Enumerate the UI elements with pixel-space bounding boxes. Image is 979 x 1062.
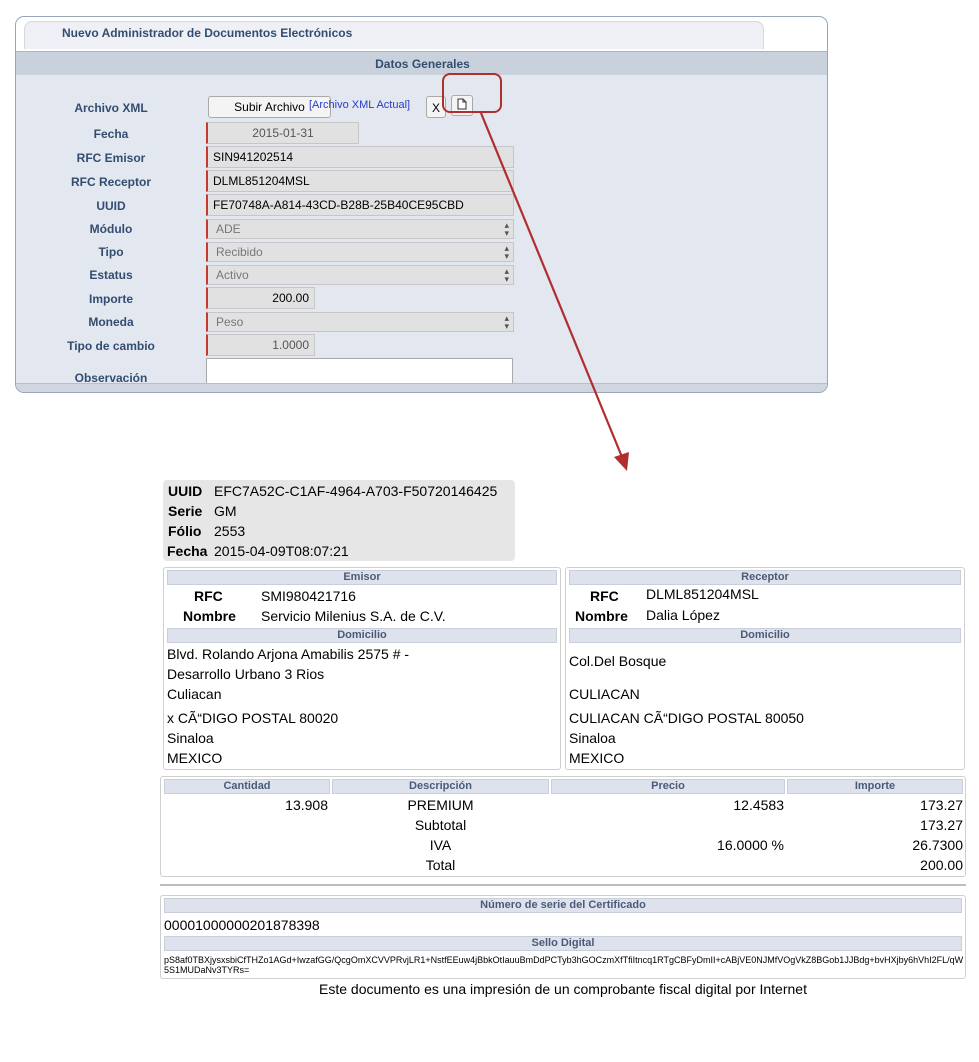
emisor-domicilio-title: Domicilio bbox=[167, 628, 557, 643]
col-header-precio: Precio bbox=[551, 779, 785, 794]
emisor-address-line: Blvd. Rolando Arjona Amabilis 2575 # - bbox=[167, 646, 410, 662]
modulo-select[interactable]: ADE ▴ ▾ bbox=[206, 219, 514, 239]
select-arrows-icon: ▴ ▾ bbox=[504, 243, 509, 261]
receptor-nombre-label: Nombre bbox=[575, 608, 628, 624]
subtotal-value: 173.27 bbox=[920, 817, 963, 833]
receptor-domicilio-title: Domicilio bbox=[569, 628, 961, 643]
emisor-address-line: Sinaloa bbox=[167, 730, 214, 746]
total-value: 200.00 bbox=[920, 857, 963, 873]
subtotal-label: Subtotal bbox=[414, 817, 467, 833]
select-arrows-icon: ▴ ▾ bbox=[504, 266, 509, 284]
receptor-rfc-label: RFC bbox=[590, 588, 619, 604]
receptor-nombre-value: Dalia López bbox=[646, 607, 720, 623]
emisor-address-line: Culiacan bbox=[167, 686, 222, 702]
emisor-rfc-value: SMI980421716 bbox=[261, 588, 356, 604]
certificate-title: Número de serie del Certificado bbox=[164, 898, 962, 913]
label-tipo: Tipo bbox=[98, 245, 124, 259]
moneda-value: Peso bbox=[216, 315, 244, 329]
col-header-descripcion: Descripción bbox=[332, 779, 549, 794]
sello-digital: pS8af0TBXjysxsbiCfTHZo1AGd+IwzafGG/QcgOm… bbox=[164, 955, 964, 975]
fecha-field[interactable]: 2015-01-31 bbox=[206, 122, 359, 144]
receptor-title: Receptor bbox=[569, 570, 961, 585]
items-table: Cantidad Descripción Precio Importe 13.9… bbox=[160, 776, 966, 877]
label-rfc-receptor: RFC Receptor bbox=[70, 175, 151, 189]
tipo-value: Recibido bbox=[216, 245, 263, 259]
emisor-title: Emisor bbox=[167, 570, 557, 585]
receptor-address-line: CULIACAN CÃ“DIGO POSTAL 80050 bbox=[569, 710, 804, 726]
select-arrows-icon: ▴ ▾ bbox=[504, 313, 509, 331]
receptor-address-line: CULIACAN bbox=[569, 686, 640, 702]
label-moneda: Moneda bbox=[88, 315, 134, 329]
invoice-header: UUID EFC7A52C-C1AF-4964-A703-F5072014642… bbox=[163, 480, 515, 561]
col-header-importe: Importe bbox=[787, 779, 963, 794]
receptor-address-line: Sinaloa bbox=[569, 730, 616, 746]
moneda-select[interactable]: Peso ▴ ▾ bbox=[206, 312, 514, 332]
serie-label: Serie bbox=[168, 503, 203, 519]
current-xml-link[interactable]: [Archivo XML Actual] bbox=[309, 99, 410, 111]
iva-rate: 16.0000 % bbox=[717, 837, 784, 853]
sello-title: Sello Digital bbox=[164, 936, 962, 951]
label-archivo-xml: Archivo XML bbox=[74, 101, 148, 115]
uuid-value: EFC7A52C-C1AF-4964-A703-F50720146425 bbox=[214, 483, 498, 499]
col-header-cantidad: Cantidad bbox=[164, 779, 330, 794]
item-cantidad: 13.908 bbox=[285, 797, 328, 813]
footer-note: Este documento es una impresión de un co… bbox=[319, 981, 807, 997]
label-rfc-emisor: RFC Emisor bbox=[76, 151, 146, 165]
receptor-box: Receptor RFC DLML851204MSL Nombre Dalia … bbox=[565, 567, 965, 770]
tipo-select[interactable]: Recibido ▴ ▾ bbox=[206, 242, 514, 262]
panel-title: Nuevo Administrador de Documentos Electr… bbox=[62, 26, 353, 40]
receptor-address-line: MEXICO bbox=[569, 750, 625, 766]
item-importe: 173.27 bbox=[920, 797, 963, 813]
folio-label: Fólio bbox=[168, 523, 202, 539]
label-importe: Importe bbox=[88, 292, 133, 306]
emisor-box: Emisor RFC SMI980421716 Nombre Servicio … bbox=[163, 567, 561, 770]
iva-label: IVA bbox=[429, 837, 452, 853]
select-arrows-icon: ▴ ▾ bbox=[504, 220, 509, 238]
modulo-value: ADE bbox=[216, 222, 241, 236]
highlight-box bbox=[442, 73, 502, 113]
certificate-number: 00001000000201878398 bbox=[164, 917, 320, 933]
form-body: Archivo XML Subir Archivo [Archivo XML A… bbox=[16, 75, 827, 392]
label-fecha: Fecha bbox=[93, 127, 129, 141]
document-admin-panel: Nuevo Administrador de Documentos Electr… bbox=[15, 16, 828, 393]
rfc-receptor-field[interactable]: DLML851204MSL bbox=[206, 170, 514, 192]
fecha-value: 2015-04-09T08:07:21 bbox=[214, 543, 349, 559]
emisor-address-line: x CÃ“DIGO POSTAL 80020 bbox=[167, 710, 339, 726]
uuid-field[interactable]: FE70748A-A814-43CD-B28B-25B40CE95CBD bbox=[206, 194, 514, 216]
serie-value: GM bbox=[214, 503, 237, 519]
uuid-label: UUID bbox=[168, 483, 203, 499]
label-modulo: Módulo bbox=[89, 222, 133, 236]
emisor-nombre-label: Nombre bbox=[183, 608, 236, 624]
section-header: Datos Generales bbox=[16, 51, 827, 75]
divider bbox=[160, 884, 966, 886]
importe-field[interactable]: 200.00 bbox=[206, 287, 315, 309]
iva-value: 26.7300 bbox=[912, 837, 963, 853]
emisor-nombre-value: Servicio Milenius S.A. de C.V. bbox=[261, 608, 446, 624]
tipo-cambio-field[interactable]: 1.0000 bbox=[206, 334, 315, 356]
emisor-address-line: Desarrollo Urbano 3 Rios bbox=[167, 666, 325, 682]
receptor-address-line: Col.Del Bosque bbox=[569, 653, 667, 669]
total-label: Total bbox=[425, 857, 456, 873]
label-tipo-cambio: Tipo de cambio bbox=[67, 339, 155, 353]
item-precio: 12.4583 bbox=[733, 797, 784, 813]
section-title: Datos Generales bbox=[375, 57, 470, 71]
item-descripcion: PREMIUM bbox=[407, 797, 474, 813]
label-uuid: UUID bbox=[96, 199, 126, 213]
fecha-label: Fecha bbox=[167, 543, 208, 559]
estatus-select[interactable]: Activo ▴ ▾ bbox=[206, 265, 514, 285]
folio-value: 2553 bbox=[214, 523, 246, 539]
receptor-rfc-value: DLML851204MSL bbox=[646, 586, 759, 602]
rfc-emisor-field[interactable]: SIN941202514 bbox=[206, 146, 514, 168]
emisor-rfc-label: RFC bbox=[194, 588, 223, 604]
panel-footer bbox=[16, 383, 827, 392]
estatus-value: Activo bbox=[216, 268, 249, 282]
label-estatus: Estatus bbox=[89, 268, 133, 282]
emisor-address-line: MEXICO bbox=[167, 750, 223, 766]
